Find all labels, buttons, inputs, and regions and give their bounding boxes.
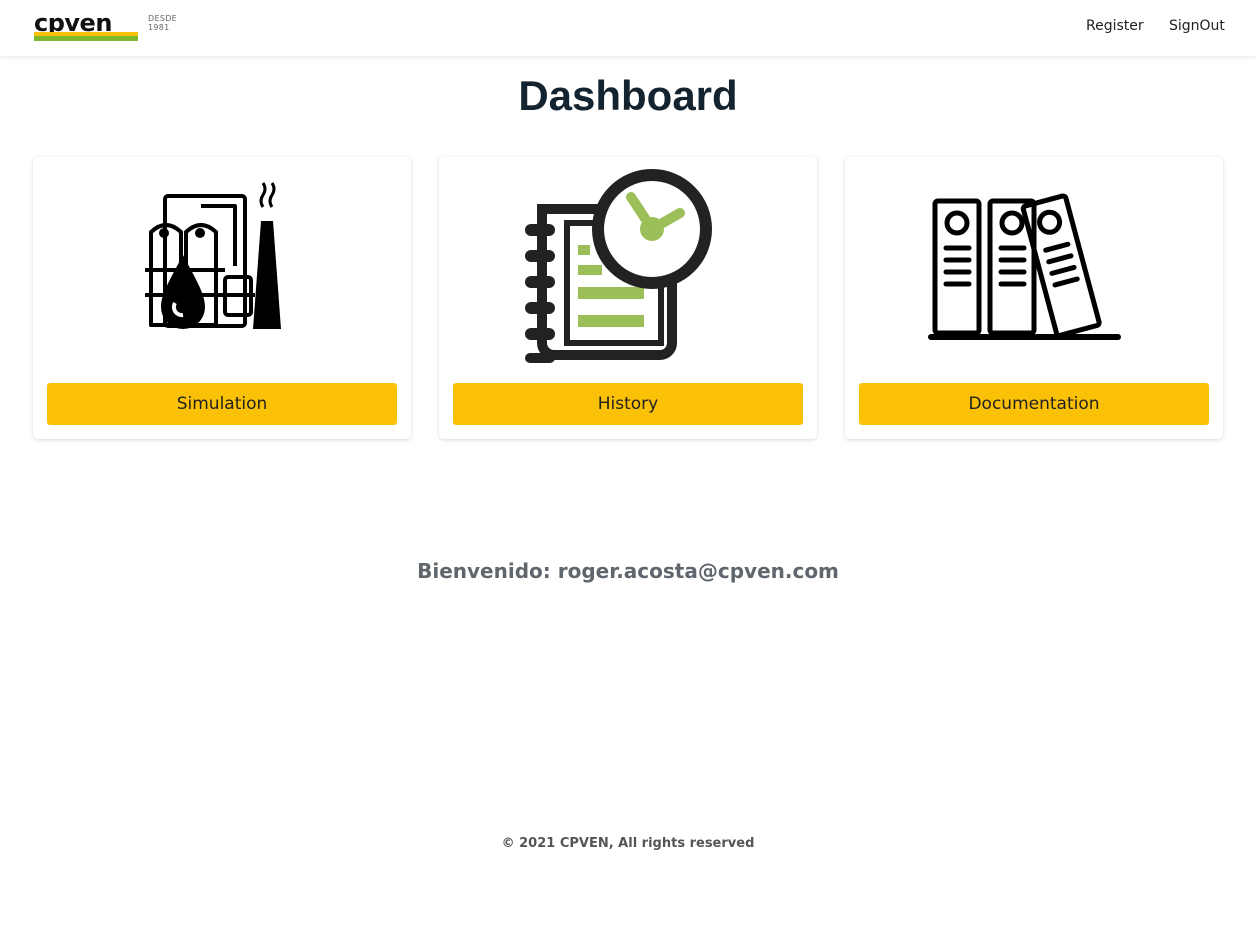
logo-since-year: 1981 (148, 23, 170, 32)
logo-since: DESDE 1981 (148, 14, 177, 32)
logo-since-label: DESDE (148, 14, 178, 23)
documentation-button[interactable]: Documentation (859, 383, 1209, 425)
welcome-message: Bienvenido: roger.acosta@cpven.com (417, 559, 839, 583)
register-link[interactable]: Register (1086, 18, 1144, 34)
documentation-card: Documentation (845, 157, 1223, 439)
history-card: History (439, 157, 817, 439)
refinery-icon (145, 182, 281, 329)
signout-link[interactable]: SignOut (1169, 18, 1225, 34)
binders-documentation-icon (928, 193, 1121, 340)
footer-copyright: © 2021 CPVEN, All rights reserved (501, 836, 755, 851)
history-notebook-clock-icon (525, 169, 712, 363)
cpven-logo[interactable]: cpven DESDE 1981 (34, 10, 177, 44)
navbar: cpven DESDE 1981 Register SignOut (0, 0, 1256, 56)
simulation-card: Simulation (33, 157, 411, 439)
page-title: Dashboard (518, 72, 738, 119)
logo-green-stripe (34, 36, 138, 41)
simulation-button[interactable]: Simulation (47, 383, 397, 425)
history-button[interactable]: History (453, 383, 803, 425)
